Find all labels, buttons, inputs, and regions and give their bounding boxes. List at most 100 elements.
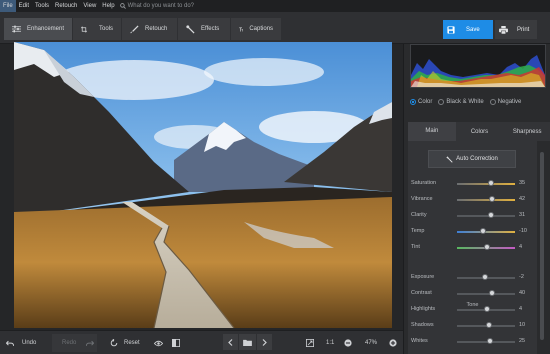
slider-track[interactable] xyxy=(457,293,515,295)
tab-enhancement[interactable]: Enhancement xyxy=(4,18,73,40)
open-folder-button[interactable] xyxy=(239,334,256,350)
print-label: Print xyxy=(517,26,530,33)
slider-value: 4 xyxy=(519,306,523,312)
slider-value: 31 xyxy=(519,212,526,218)
slider-handle[interactable] xyxy=(484,306,491,312)
slider-temp[interactable]: Temp -10 xyxy=(411,227,535,237)
redo-label: Redo xyxy=(62,340,77,346)
main-adjustments: Auto Correction Tone Saturation 35 Vibranc… xyxy=(408,141,537,354)
slider-saturation[interactable]: Saturation 35 xyxy=(411,179,535,189)
panel-scrollbar[interactable] xyxy=(538,142,546,352)
slider-value: 25 xyxy=(519,338,526,344)
zoom-in-button[interactable] xyxy=(389,334,397,352)
printer-icon xyxy=(499,25,508,34)
slider-handle[interactable] xyxy=(488,290,495,296)
panel-tabs: Main Colors Sharpness xyxy=(408,122,550,141)
search-box[interactable]: What do you want to do? xyxy=(119,3,195,9)
menu-help[interactable]: Help xyxy=(99,0,117,12)
zoom-out-button[interactable] xyxy=(344,334,352,352)
slider-handle[interactable] xyxy=(480,228,487,234)
slider-value: -10 xyxy=(519,228,527,234)
slider-label: Temp xyxy=(411,228,425,234)
zoom-in-icon xyxy=(389,339,397,347)
slider-handle[interactable] xyxy=(487,338,494,344)
adjustments-panel: Color Black & White Negative Main Colors… xyxy=(403,44,550,354)
folder-icon xyxy=(243,339,252,346)
actual-size-button[interactable]: 1:1 xyxy=(326,334,334,352)
tab-colors[interactable]: Colors xyxy=(455,122,504,141)
fit-to-screen-button[interactable] xyxy=(306,334,314,352)
menu-retouch[interactable]: Retouch xyxy=(52,0,80,12)
slider-whites[interactable]: Whites 25 xyxy=(411,337,535,347)
undo-button[interactable]: Undo xyxy=(6,334,36,352)
tab-retouch[interactable]: Retouch xyxy=(122,18,178,40)
auto-correction-label: Auto Correction xyxy=(456,156,498,162)
slider-handle[interactable] xyxy=(484,244,491,250)
crop-icon xyxy=(81,26,88,32)
slider-highlights[interactable]: Highlights 4 xyxy=(411,305,535,315)
mode-tabs: Enhancement Tools Retouch Effects Captio… xyxy=(4,18,282,40)
slider-track[interactable] xyxy=(457,215,515,217)
text-icon xyxy=(239,26,244,31)
slider-shadows[interactable]: Shadows 10 xyxy=(411,321,535,331)
preview-toggle[interactable] xyxy=(154,334,163,352)
radio-negative[interactable] xyxy=(489,99,496,105)
mode-negative[interactable]: Negative xyxy=(489,99,522,105)
slider-track[interactable] xyxy=(457,341,515,343)
save-button[interactable]: Save xyxy=(443,20,493,39)
radio-black-white[interactable] xyxy=(438,99,445,105)
compare-toggle[interactable] xyxy=(172,334,180,352)
slider-label: Saturation xyxy=(411,180,437,186)
slider-clarity[interactable]: Clarity 31 xyxy=(411,211,535,221)
color-mode-group: Color Black & White Negative xyxy=(410,99,527,105)
reset-button[interactable]: Reset xyxy=(110,334,140,352)
previous-image-button[interactable] xyxy=(223,334,238,350)
slider-track[interactable] xyxy=(457,199,515,201)
eye-icon xyxy=(154,340,163,346)
sliders-icon xyxy=(12,25,21,33)
menu-edit[interactable]: Edit xyxy=(16,0,32,12)
photo-preview[interactable] xyxy=(14,42,392,328)
redo-button[interactable]: Redo xyxy=(52,334,97,352)
chevron-right-icon xyxy=(262,338,267,346)
auto-correction-button[interactable]: Auto Correction xyxy=(428,150,516,168)
slider-handle[interactable] xyxy=(485,322,492,328)
print-button[interactable]: Print xyxy=(495,20,537,39)
menu-bar: File Edit Tools Retouch View Help What d… xyxy=(0,0,550,12)
zoom-level[interactable]: 47% xyxy=(365,334,377,352)
slider-value: 35 xyxy=(519,180,526,186)
radio-color[interactable] xyxy=(410,99,416,105)
redo-icon xyxy=(86,340,95,346)
slider-label: Vibrance xyxy=(411,196,433,202)
slider-label: Whites xyxy=(411,338,428,344)
menu-view[interactable]: View xyxy=(80,0,99,12)
mode-negative-label: Negative xyxy=(497,99,522,105)
slider-handle[interactable] xyxy=(487,212,494,218)
slider-handle[interactable] xyxy=(482,274,489,280)
mode-bw-label: Black & White xyxy=(446,99,484,105)
menu-file[interactable]: File xyxy=(0,0,16,12)
next-image-button[interactable] xyxy=(257,334,272,350)
slider-vibrance[interactable]: Vibrance 42 xyxy=(411,195,535,205)
reset-icon xyxy=(110,339,118,347)
chevron-left-icon xyxy=(228,338,233,346)
tab-effects[interactable]: Effects xyxy=(178,18,231,40)
tab-tools[interactable]: Tools xyxy=(73,18,122,40)
slider-tint[interactable]: Tint 4 xyxy=(411,243,535,253)
tab-main[interactable]: Main xyxy=(408,122,456,141)
slider-track[interactable] xyxy=(457,231,515,233)
scrollbar-thumb[interactable] xyxy=(540,152,544,340)
tab-sharpness[interactable]: Sharpness xyxy=(503,122,550,141)
mode-black-white[interactable]: Black & White xyxy=(438,99,484,105)
mode-color[interactable]: Color xyxy=(410,99,432,105)
slider-handle[interactable] xyxy=(488,180,495,186)
search-placeholder: What do you want to do? xyxy=(127,3,195,9)
slider-contrast[interactable]: Contrast 40 xyxy=(411,289,535,299)
menu-tools[interactable]: Tools xyxy=(32,0,52,12)
zoom-out-icon xyxy=(344,339,352,347)
slider-exposure[interactable]: Exposure -2 xyxy=(411,273,535,283)
slider-handle[interactable] xyxy=(489,196,496,202)
slider-track[interactable] xyxy=(457,183,515,185)
undo-label: Undo xyxy=(22,340,37,346)
tab-captions[interactable]: Captions xyxy=(231,18,282,40)
